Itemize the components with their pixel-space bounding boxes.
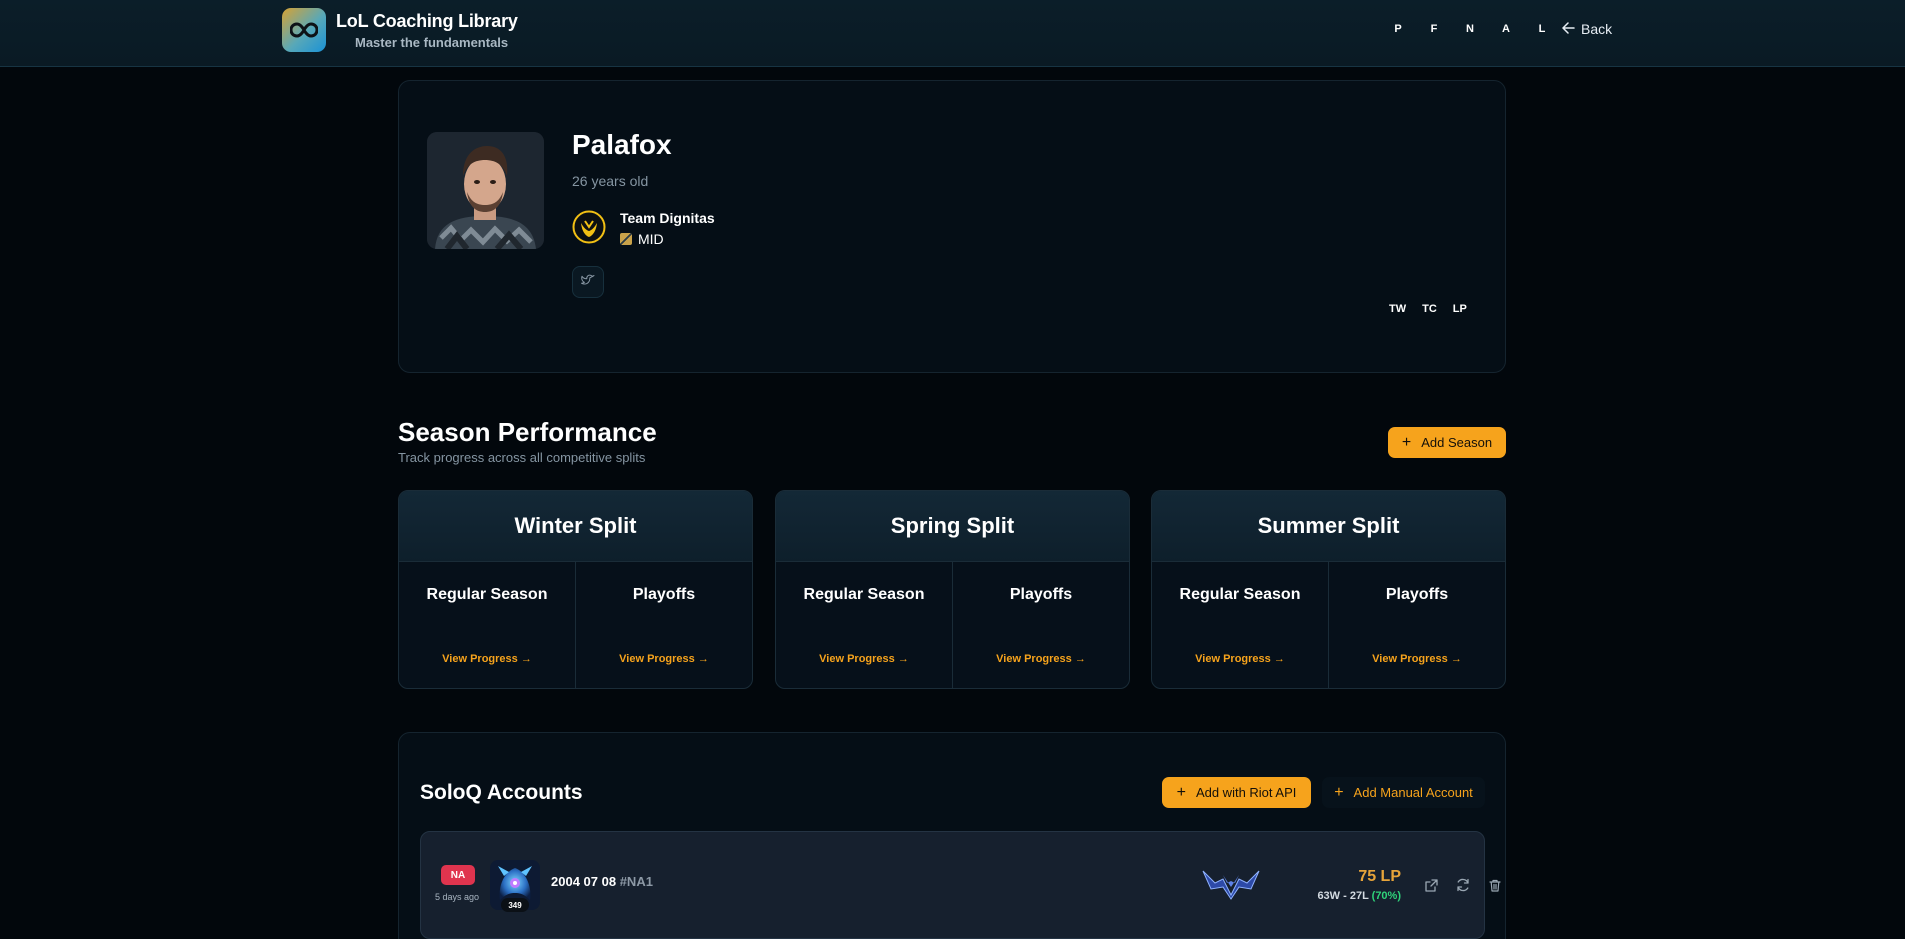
player-name: Palafox <box>572 129 672 160</box>
player-profile-card: Palafox 26 years old Team Dignitas MID T… <box>398 80 1506 373</box>
season-performance-title: Season Performance <box>398 417 657 447</box>
split-card-summer: Summer Split Regular Season View Progres… <box>1151 490 1506 689</box>
account-game-name: 2004 07 08 <box>551 874 617 889</box>
nav-item-a[interactable]: A <box>1488 23 1524 35</box>
profile-links: TW TC LP <box>1389 303 1467 315</box>
team-name: Team Dignitas <box>620 210 715 226</box>
link-tw[interactable]: TW <box>1389 303 1406 315</box>
plus-icon: + <box>1401 433 1412 451</box>
nav-item-p[interactable]: P <box>1380 23 1416 35</box>
view-progress-link[interactable]: View Progress → <box>576 653 752 665</box>
last-updated: 5 days ago <box>435 892 480 902</box>
win-loss-record: 63W - 27L (70%) <box>1271 890 1401 902</box>
add-manual-label: Add Manual Account <box>1353 785 1473 800</box>
twitter-button[interactable] <box>572 266 604 298</box>
season-performance-subtitle: Track progress across all competitive sp… <box>398 450 646 465</box>
add-manual-account-button[interactable]: + Add Manual Account <box>1322 777 1485 808</box>
link-lp[interactable]: LP <box>1453 303 1467 315</box>
phase-title: Regular Season <box>1179 586 1301 603</box>
view-progress-link[interactable]: View Progress → <box>1152 653 1328 665</box>
summoner-level: 349 <box>501 898 529 912</box>
split-title: Winter Split <box>399 491 752 562</box>
phase-playoffs: Playoffs View Progress → <box>575 562 752 688</box>
phase-title: Playoffs <box>632 586 696 603</box>
view-progress-link[interactable]: View Progress → <box>953 653 1129 665</box>
league-points: 75 LP <box>1358 868 1401 885</box>
app-subtitle: Master the fundamentals <box>355 35 509 50</box>
nav-item-l[interactable]: L <box>1524 23 1560 35</box>
account-tag: #NA1 <box>619 874 653 889</box>
plus-icon: + <box>1176 783 1186 801</box>
wins-losses: 63W - 27L <box>1317 890 1369 902</box>
view-progress-link[interactable]: View Progress → <box>1329 653 1505 665</box>
trash-icon[interactable] <box>1486 876 1504 894</box>
split-card-winter: Winter Split Regular Season View Progres… <box>398 490 753 689</box>
soloq-title: SoloQ Accounts <box>420 781 583 804</box>
add-season-label: Add Season <box>1421 435 1493 450</box>
player-avatar <box>427 132 544 249</box>
split-card-spring: Spring Split Regular Season View Progres… <box>775 490 1130 689</box>
split-title: Summer Split <box>1152 491 1505 562</box>
mid-lane-icon <box>620 233 632 245</box>
phase-title: Regular Season <box>803 586 925 603</box>
phase-playoffs: Playoffs View Progress → <box>952 562 1129 688</box>
team-logo-icon <box>572 210 606 244</box>
back-button[interactable]: Back <box>1562 21 1612 37</box>
winrate: (70%) <box>1371 890 1401 902</box>
arrow-left-icon <box>1562 21 1575 37</box>
add-riot-api-button[interactable]: + Add with Riot API <box>1162 777 1311 808</box>
infinity-icon[interactable] <box>282 8 326 52</box>
summoner-icon: 349 <box>490 860 540 912</box>
phase-title: Playoffs <box>1385 586 1449 603</box>
region-badge: NA <box>441 865 475 885</box>
phase-title: Regular Season <box>426 586 548 603</box>
twitter-icon <box>581 273 595 291</box>
nav-item-n[interactable]: N <box>1452 23 1488 35</box>
nav-item-f[interactable]: F <box>1416 23 1452 35</box>
main-nav: P F N A L <box>1380 23 1560 35</box>
account-name: 2004 07 08 #NA1 <box>551 874 653 889</box>
app-title: LoL Coaching Library <box>336 11 518 31</box>
phase-playoffs: Playoffs View Progress → <box>1328 562 1505 688</box>
refresh-icon[interactable] <box>1454 876 1472 894</box>
player-role: MID <box>620 231 664 247</box>
link-tc[interactable]: TC <box>1422 303 1437 315</box>
plus-icon: + <box>1334 783 1344 801</box>
split-title: Spring Split <box>776 491 1129 562</box>
account-row[interactable]: NA 5 days ago 349 2004 07 08 #NA1 75 LP … <box>420 831 1501 939</box>
phase-regular-season: Regular Season View Progress → <box>399 562 575 688</box>
add-season-button[interactable]: + Add Season <box>1388 427 1506 458</box>
phase-title: Playoffs <box>1009 586 1073 603</box>
phase-regular-season: Regular Season View Progress → <box>776 562 952 688</box>
soloq-accounts-card: SoloQ Accounts + Add with Riot API + Add… <box>398 732 1506 939</box>
phase-regular-season: Regular Season View Progress → <box>1152 562 1328 688</box>
rank-emblem-icon <box>1201 865 1261 901</box>
add-riot-label: Add with Riot API <box>1195 785 1297 800</box>
role-label: MID <box>638 231 664 247</box>
external-link-icon[interactable] <box>1422 876 1440 894</box>
view-progress-link[interactable]: View Progress → <box>776 653 952 665</box>
back-label: Back <box>1581 21 1613 37</box>
top-bar: LoL Coaching Library Master the fundamen… <box>0 0 1905 67</box>
view-progress-link[interactable]: View Progress → <box>399 653 575 665</box>
player-age: 26 years old <box>572 173 649 189</box>
